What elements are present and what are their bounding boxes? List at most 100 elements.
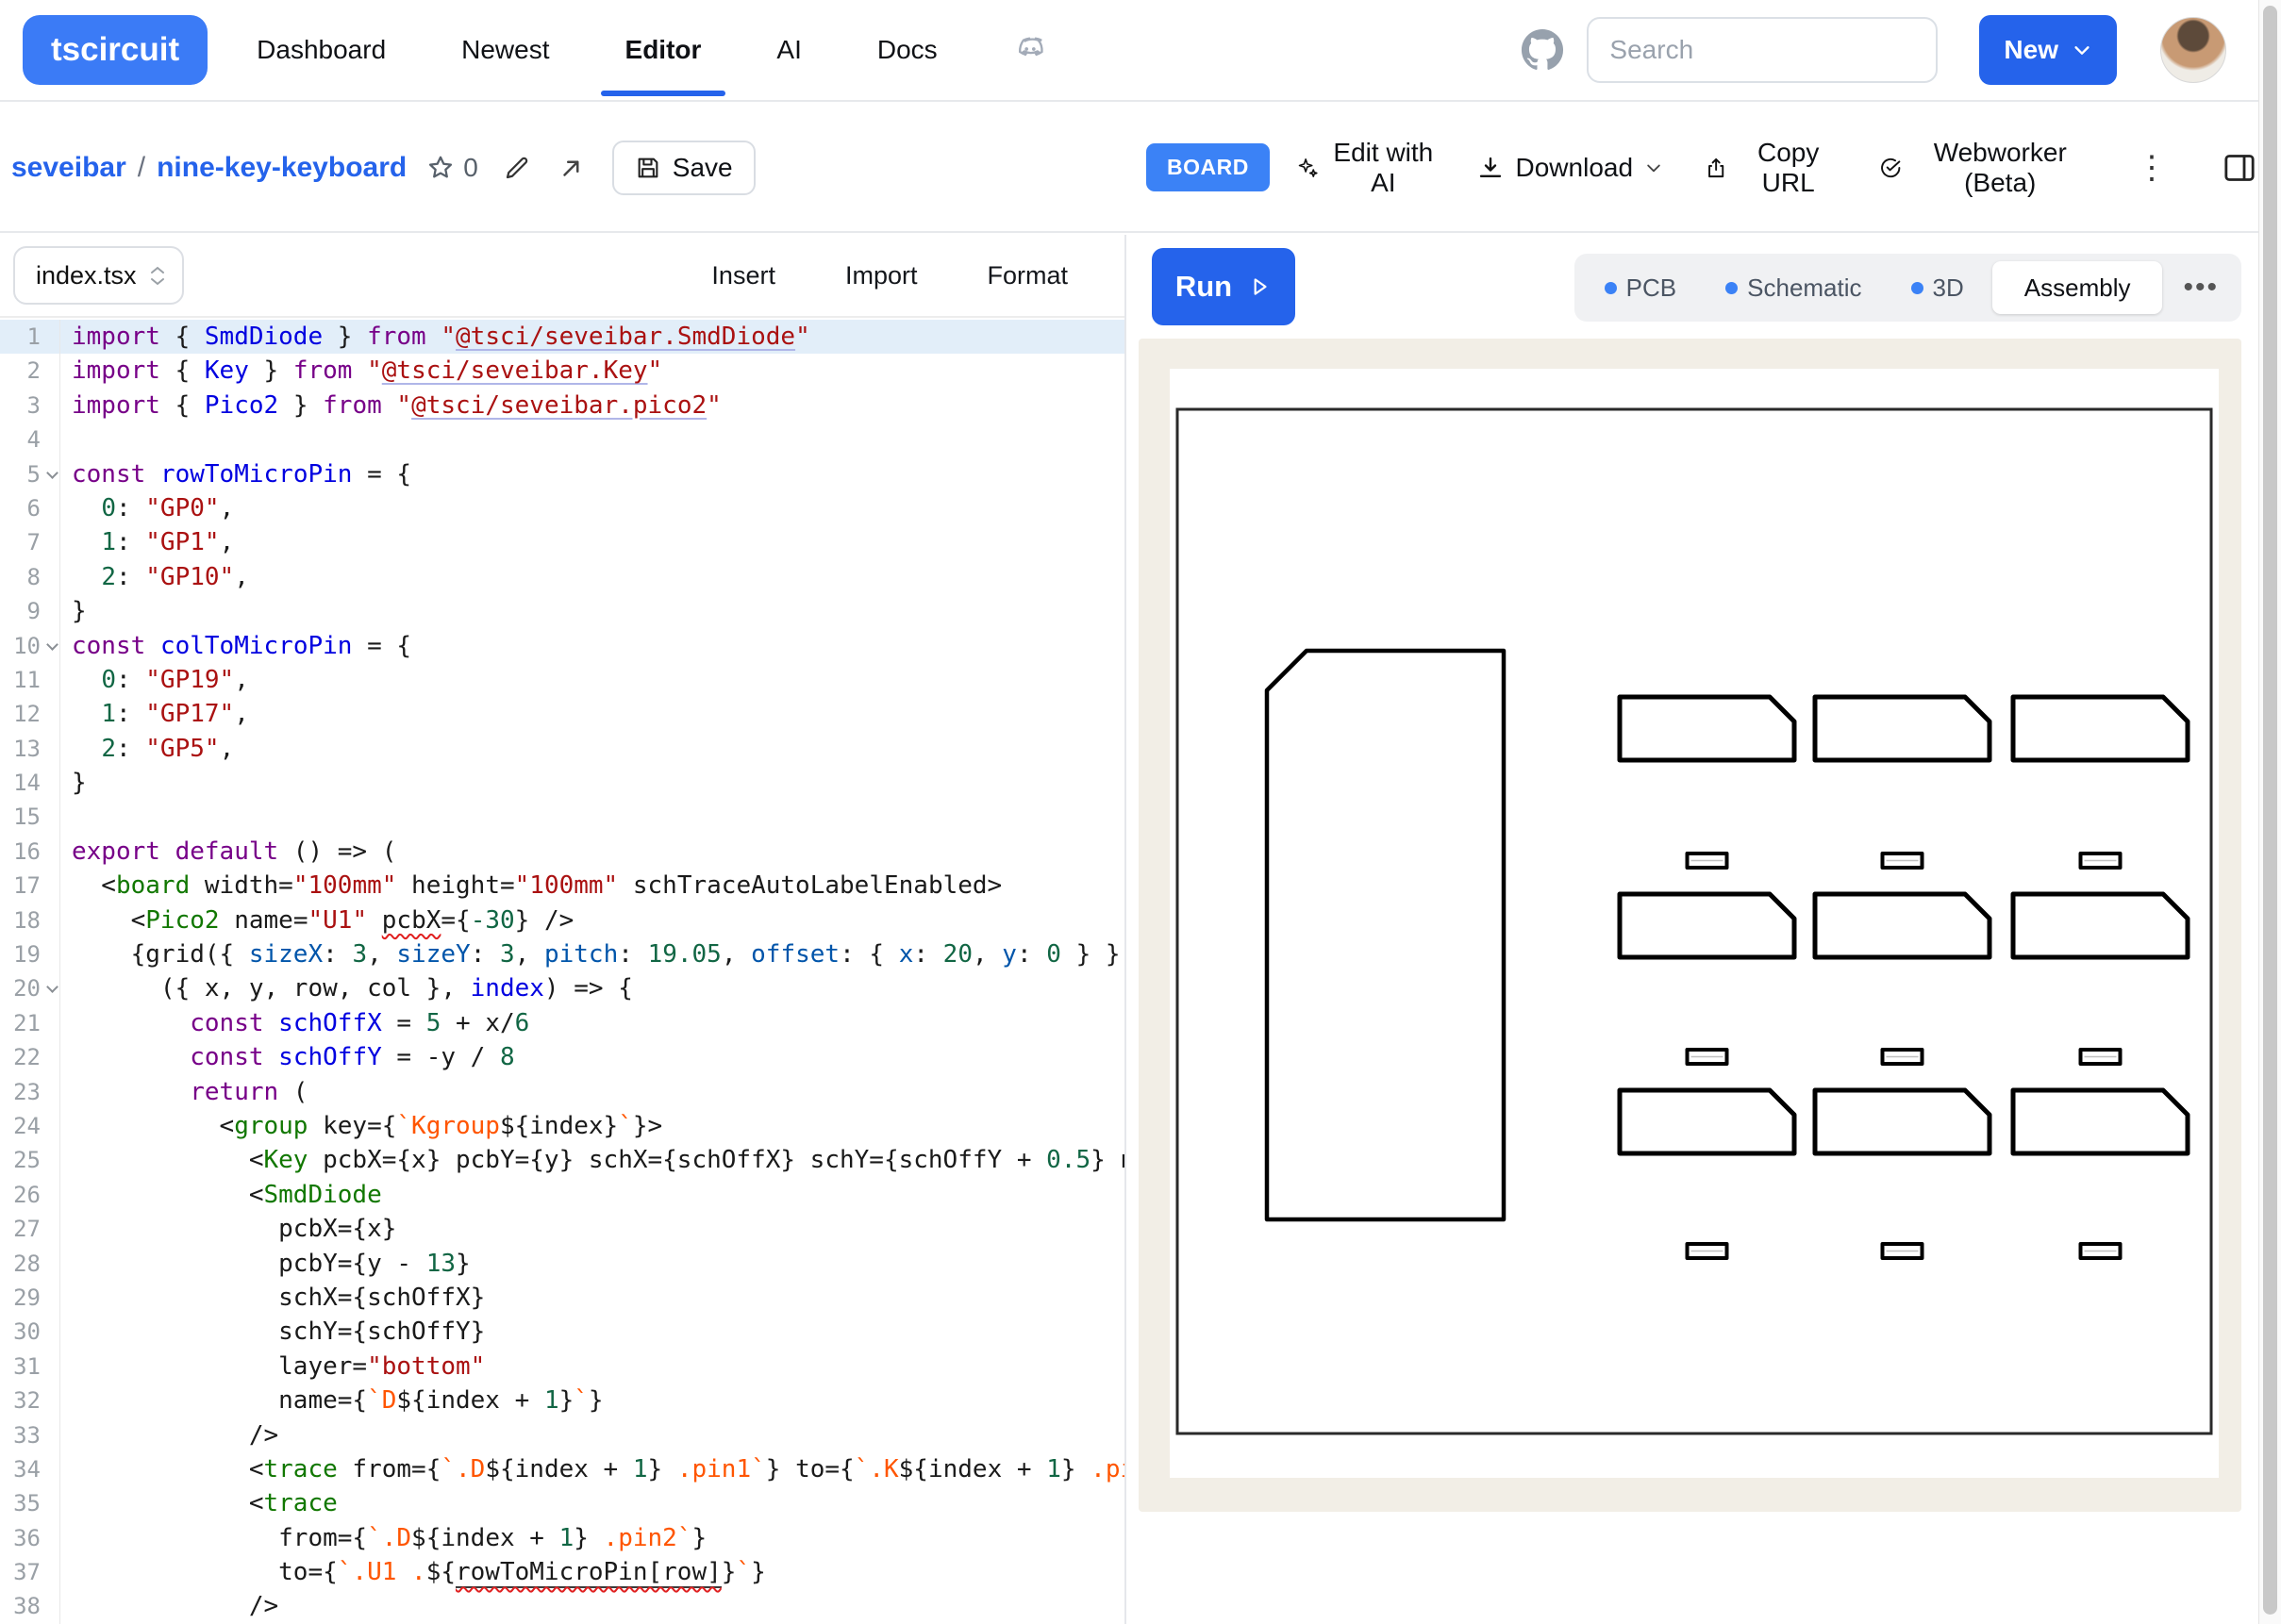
- code-area[interactable]: 1import { SmdDiode } from "@tsci/seveiba…: [0, 320, 1124, 1624]
- download-button[interactable]: Download: [1476, 153, 1664, 183]
- breadcrumb-project[interactable]: nine-key-keyboard: [157, 152, 407, 184]
- line-number: 7: [0, 525, 60, 559]
- line-number: 28: [0, 1247, 60, 1281]
- component-key-k6[interactable]: [2013, 894, 2188, 957]
- toggle-panel-button[interactable]: [2221, 149, 2258, 187]
- editor-menu-import[interactable]: Import: [845, 261, 918, 290]
- status-dot-icon: [1605, 282, 1617, 294]
- line-number: 21: [0, 1006, 60, 1040]
- code-line: 10const colToMicroPin = {: [0, 629, 1124, 663]
- tscircuit-logo[interactable]: tscircuit: [23, 15, 208, 85]
- edit-with-ai-button[interactable]: Edit with AI: [1296, 138, 1437, 198]
- nav-item-dashboard[interactable]: Dashboard: [257, 0, 386, 100]
- line-number: 3: [0, 389, 60, 423]
- view-tab-assembly[interactable]: Assembly: [1992, 261, 2163, 314]
- view-tab-3d[interactable]: 3D: [1890, 261, 1985, 314]
- component-key-k7[interactable]: [1620, 697, 1794, 760]
- nav-item-docs[interactable]: Docs: [877, 0, 938, 100]
- webworker-button[interactable]: Webworker (Beta): [1879, 138, 2087, 198]
- line-number: 29: [0, 1281, 60, 1315]
- github-icon[interactable]: [1521, 28, 1564, 72]
- copy-url-button[interactable]: Copy URL: [1705, 138, 1838, 198]
- code-line: 3import { Pico2 } from "@tsci/seveibar.p…: [0, 389, 1124, 423]
- user-avatar[interactable]: [2160, 17, 2226, 83]
- new-button[interactable]: New: [1979, 15, 2117, 85]
- code-line: 4: [0, 423, 1124, 456]
- code-text: <Key pcbX={x} pcbY={y} schX={schOffX} sc…: [60, 1143, 1126, 1177]
- share-icon: [1705, 154, 1727, 182]
- line-number: 35: [0, 1486, 60, 1520]
- component-key-k9[interactable]: [2013, 697, 2188, 760]
- editor-menu-insert[interactable]: Insert: [711, 261, 775, 290]
- search-box: [1587, 17, 1938, 83]
- page-scrollbar[interactable]: [2258, 0, 2281, 1624]
- fold-chevron-icon[interactable]: [46, 982, 58, 994]
- code-line: 14}: [0, 766, 1124, 800]
- code-line: 8 2: "GP10",: [0, 560, 1124, 594]
- component-key-k1[interactable]: [1620, 1090, 1794, 1153]
- view-tab-pcb[interactable]: PCB: [1584, 261, 1697, 314]
- check-circle-icon: [1879, 154, 1902, 182]
- line-number: 23: [0, 1075, 60, 1109]
- search-input[interactable]: [1609, 35, 1892, 65]
- file-select[interactable]: index.tsx: [13, 246, 184, 305]
- pencil-icon: [503, 154, 531, 182]
- line-number: 6: [0, 491, 60, 525]
- more-menu-button[interactable]: ⋮: [2136, 149, 2168, 187]
- code-line: 13 2: "GP5",: [0, 732, 1124, 766]
- code-text: ({ x, y, row, col }, index) => {: [60, 971, 633, 1005]
- component-u1[interactable]: [1267, 651, 1504, 1219]
- code-text: layer="bottom": [60, 1350, 485, 1384]
- star-icon[interactable]: [425, 153, 456, 183]
- component-key-k4[interactable]: [1620, 894, 1794, 957]
- line-number: 32: [0, 1384, 60, 1417]
- component-key-k5[interactable]: [1815, 894, 1990, 957]
- code-text: const schOffY = -y / 8: [60, 1040, 515, 1074]
- component-key-k8[interactable]: [1815, 697, 1990, 760]
- line-number: 15: [0, 800, 60, 834]
- code-line: 9}: [0, 594, 1124, 628]
- panel-right-icon: [2221, 149, 2258, 187]
- code-line: 21 const schOffX = 5 + x/6: [0, 1006, 1124, 1040]
- discord-icon[interactable]: [1011, 31, 1049, 69]
- line-number: 36: [0, 1521, 60, 1555]
- code-line: 5const rowToMicroPin = {: [0, 457, 1124, 491]
- code-text: <group key={`Kgroup${index}`}>: [60, 1109, 662, 1143]
- save-icon: [635, 155, 661, 181]
- code-text: import { SmdDiode } from "@tsci/seveibar…: [60, 320, 810, 354]
- component-key-k3[interactable]: [2013, 1090, 2188, 1153]
- view-tabs-more-button[interactable]: •••: [2170, 272, 2232, 304]
- open-external-button[interactable]: [558, 154, 586, 182]
- rename-button[interactable]: [503, 154, 531, 182]
- code-text: schY={schOffY}: [60, 1315, 485, 1349]
- sparkles-icon: [1296, 154, 1319, 182]
- editor-menu-format[interactable]: Format: [987, 261, 1068, 290]
- nav-item-ai[interactable]: AI: [776, 0, 801, 100]
- code-line: 26 <SmdDiode: [0, 1178, 1124, 1212]
- nav-item-editor[interactable]: Editor: [625, 0, 702, 100]
- component-key-k2[interactable]: [1815, 1090, 1990, 1153]
- nav-item-newest[interactable]: Newest: [461, 0, 549, 100]
- code-text: [60, 800, 72, 834]
- save-button[interactable]: Save: [612, 141, 756, 195]
- line-number: 11: [0, 663, 60, 697]
- code-line: 32 name={`D${index + 1}`}: [0, 1384, 1124, 1417]
- fold-chevron-icon[interactable]: [46, 638, 58, 651]
- code-text: to={`.U1 .${rowToMicroPin[row]}`}: [60, 1555, 766, 1589]
- board-badge[interactable]: BOARD: [1146, 143, 1270, 191]
- code-text: schX={schOffX}: [60, 1281, 485, 1315]
- code-text: <Pico2 name="U1" pcbX={-30} />: [60, 903, 574, 937]
- line-number: 2: [0, 354, 60, 388]
- fold-chevron-icon[interactable]: [46, 467, 58, 479]
- kebab-icon: ⋮: [2136, 149, 2168, 187]
- preview-pane: Run PCBSchematic3DAssembly•••: [1128, 235, 2258, 1624]
- view-tab-schematic[interactable]: Schematic: [1705, 261, 1882, 314]
- code-text: 2: "GP5",: [60, 732, 234, 766]
- download-icon: [1476, 154, 1505, 182]
- breadcrumb-owner[interactable]: seveibar: [11, 152, 126, 184]
- line-number: 9: [0, 594, 60, 628]
- run-button[interactable]: Run: [1152, 248, 1295, 325]
- assembly-canvas[interactable]: [1139, 339, 2241, 1512]
- status-dot-icon: [1725, 282, 1738, 294]
- scrollbar-thumb[interactable]: [2263, 6, 2277, 1615]
